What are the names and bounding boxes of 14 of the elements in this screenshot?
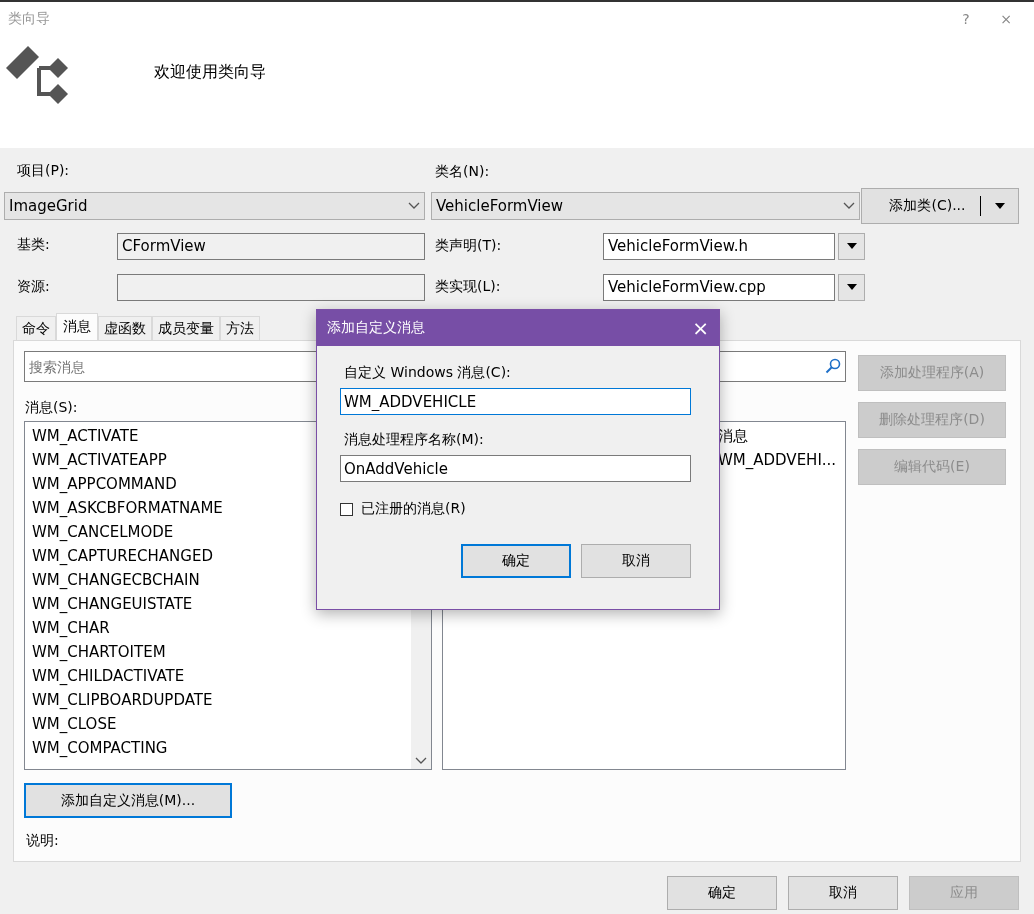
class-declaration-label: 类声明(T):: [435, 237, 503, 255]
project-label: 项目(P):: [17, 161, 71, 180]
handler-name-label: 消息处理程序名称(M):: [343, 431, 485, 449]
window-title: 类向导: [8, 10, 51, 28]
class-name-label: 类名(N):: [435, 163, 491, 181]
dialog-title: 添加自定义消息: [327, 319, 425, 337]
base-class-label: 基类:: [17, 235, 51, 254]
message-name-label: 自定义 Windows 消息(C):: [343, 364, 512, 382]
description-label: 说明:: [25, 832, 60, 850]
registered-message-label: 已注册的消息(R): [361, 500, 466, 518]
messages-label: 消息(S):: [24, 399, 78, 417]
resource-label: 资源:: [17, 277, 51, 296]
class-implementation-label: 类实现(L):: [435, 278, 502, 296]
welcome-heading: 欢迎使用类向导: [154, 62, 266, 83]
